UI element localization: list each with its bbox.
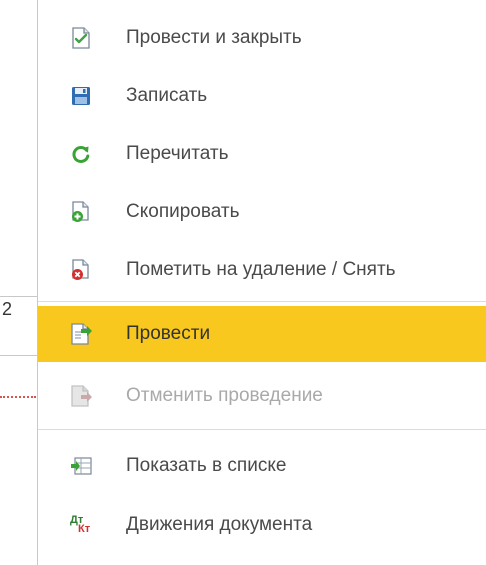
menu-item-show-in-list[interactable]: Показать в списке <box>38 438 486 494</box>
save-icon <box>70 85 92 107</box>
menu-item-unpost: Отменить проведение <box>38 368 486 424</box>
menu-separator <box>38 429 486 430</box>
menu-item-label: Пометить на удаление / Снять <box>126 259 396 280</box>
show-in-list-icon <box>70 455 92 477</box>
menu-item-reread[interactable]: Перечитать <box>38 126 486 182</box>
document-movements-icon: Дт Кт <box>70 514 92 536</box>
post-icon <box>70 323 92 345</box>
menu-item-post[interactable]: Провести <box>38 306 486 362</box>
menu-item-label: Скопировать <box>126 201 240 222</box>
menu-item-post-and-close[interactable]: Провести и закрыть <box>38 10 486 66</box>
menu-item-copy[interactable]: Скопировать <box>38 184 486 240</box>
menu-item-label: Показать в списке <box>126 455 287 476</box>
menu-item-label: Провести <box>126 323 211 344</box>
menu-item-label: Записать <box>126 85 208 106</box>
background-form-field[interactable]: 2 <box>0 296 38 356</box>
background-dotted-underline <box>0 396 36 398</box>
menu-separator <box>38 301 486 302</box>
more-actions-menu: Провести и закрыть Записать Перечитать С… <box>37 0 486 565</box>
screen: 2 Провести и закрыть Записать Перечитать… <box>0 0 486 565</box>
kt-label: Кт <box>78 523 91 535</box>
post-and-close-icon <box>70 27 92 49</box>
menu-item-label: Движения документа <box>126 514 313 535</box>
menu-item-save[interactable]: Записать <box>38 68 486 124</box>
menu-item-label: Перечитать <box>126 143 229 164</box>
unpost-icon <box>70 385 92 407</box>
mark-for-deletion-icon <box>70 259 92 281</box>
menu-item-label: Отменить проведение <box>126 385 323 406</box>
refresh-icon <box>70 143 92 165</box>
menu-item-document-movements[interactable]: Дт Кт Движения документа <box>38 497 486 553</box>
copy-icon <box>70 201 92 223</box>
menu-item-label: Провести и закрыть <box>126 27 302 48</box>
menu-item-mark-for-deletion[interactable]: Пометить на удаление / Снять <box>38 242 486 298</box>
background-field-value: 2 <box>2 299 13 319</box>
